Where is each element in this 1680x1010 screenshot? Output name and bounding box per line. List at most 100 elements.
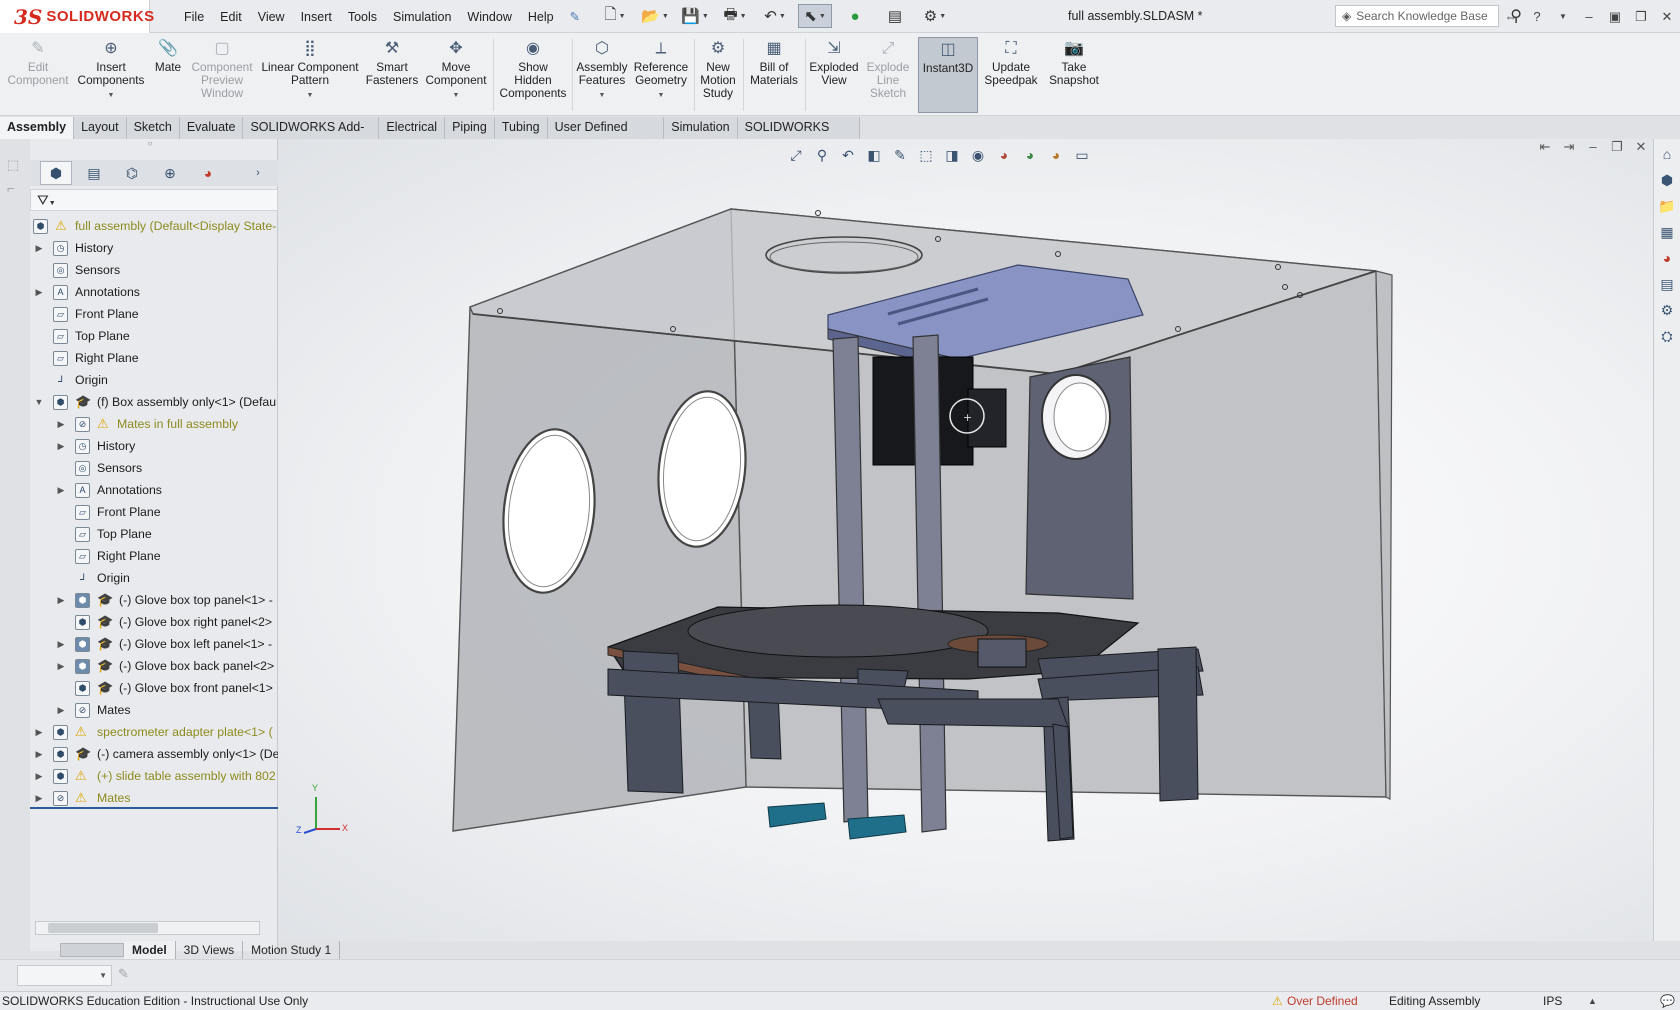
menu-insert[interactable]: Insert xyxy=(293,10,340,24)
graphics-viewport[interactable]: ⤢ ⚲ ↶ ◧ ✎ ⬚ ◨ ◉ ◕ ◕ ◕ ▭ ⇤ ⇥ – ❐ ✕ + Y X … xyxy=(278,139,1653,941)
expand-arrow-icon[interactable]: ▶ xyxy=(56,699,66,721)
feature-manager-tab-icon[interactable]: ⬢ xyxy=(40,161,72,185)
tree-item-sub-top-plane[interactable]: ▱ Top Plane xyxy=(30,523,278,545)
edit-component-button[interactable]: ✎ Edit Component xyxy=(4,37,72,113)
expand-arrow-icon[interactable]: ▶ xyxy=(34,237,44,259)
select-button[interactable]: ⬉ ▼ xyxy=(798,4,832,28)
tab-layout[interactable]: Layout xyxy=(74,117,127,139)
tree-item-spectrometer[interactable]: ▶ ⬢ ⚠ spectrometer adapter plate<1> ( xyxy=(30,721,278,743)
reference-geometry-button[interactable]: ⟂ Reference Geometry ▼ xyxy=(632,37,690,113)
component-preview-window-button[interactable]: ▢ Component Preview Window xyxy=(188,37,256,113)
tree-item-annotations[interactable]: ▶ A Annotations xyxy=(30,281,278,303)
print-button[interactable]: 🖶 ▼ xyxy=(718,4,752,28)
units-dropdown-icon[interactable]: ▲ xyxy=(1588,992,1597,1010)
dropdown-arrow-icon[interactable]: ▼ xyxy=(599,89,606,102)
tree-item-front-plane[interactable]: ▱ Front Plane xyxy=(30,303,278,325)
pencil-icon[interactable]: ✎ xyxy=(118,966,129,982)
tab-motion-study-1[interactable]: Motion Study 1 xyxy=(243,941,341,959)
options-button[interactable]: ⚙ ▼ xyxy=(918,4,952,28)
chat-icon[interactable]: 💬 xyxy=(1660,992,1675,1010)
solidworks-forum-icon[interactable]: ⚙ xyxy=(1656,299,1678,321)
tree-item-sensors[interactable]: ◎ Sensors xyxy=(30,259,278,281)
mate-button[interactable]: 📎 Mate xyxy=(150,37,186,113)
tree-item-root-mates[interactable]: ▶ ⊘ ⚠ Mates xyxy=(30,787,278,809)
undo-button[interactable]: ↶ ▼ xyxy=(758,4,792,28)
menu-view[interactable]: View xyxy=(250,10,293,24)
expand-arrow-icon[interactable]: ▶ xyxy=(56,479,66,501)
update-speedpak-button[interactable]: ⛶ Update Speedpak xyxy=(980,37,1042,113)
expand-arrow-icon[interactable]: ▶ xyxy=(56,633,66,655)
dropdown-arrow-icon[interactable]: ▼ xyxy=(307,89,314,102)
tab-scroll-buttons[interactable] xyxy=(60,943,124,957)
tree-filter[interactable]: ⛛▼ xyxy=(30,189,278,211)
expand-arrow-icon[interactable]: ▶ xyxy=(34,281,44,303)
line-tool-icon[interactable]: ⌐ xyxy=(7,181,15,196)
custom-properties-icon[interactable]: ▤ xyxy=(1656,273,1678,295)
view-palette-icon[interactable]: ▦ xyxy=(1656,221,1678,243)
panel-splitter-handle[interactable]: ○ xyxy=(140,139,160,148)
tab-tubing[interactable]: Tubing xyxy=(494,117,548,139)
over-defined-status[interactable]: Over Defined xyxy=(1287,992,1358,1010)
tree-item-sub-right-plane[interactable]: ▱ Right Plane xyxy=(30,545,278,567)
tree-item-sub-annotations[interactable]: ▶ A Annotations xyxy=(30,479,278,501)
view-triad[interactable]: Y X Z xyxy=(296,783,356,849)
search-input[interactable]: ◈ Search Knowledge Base ⚲ xyxy=(1335,5,1522,27)
tab-user-defined-route[interactable]: User Defined Route xyxy=(547,117,665,155)
foot-right[interactable] xyxy=(847,814,907,840)
tree-item-sub-mates[interactable]: ▶ ⊘ Mates xyxy=(30,699,278,721)
file-properties-button[interactable]: ▤ xyxy=(878,4,912,28)
tree-item-sub-sensors[interactable]: ◎ Sensors xyxy=(30,457,278,479)
tree-item-glove-right[interactable]: ⬢ 🎓 (-) Glove box right panel<2> xyxy=(30,611,278,633)
menu-window[interactable]: Window xyxy=(459,10,519,24)
tree-item-sub-front-plane[interactable]: ▱ Front Plane xyxy=(30,501,278,523)
tree-item-slide-table[interactable]: ▶ ⬢ ⚠ (+) slide table assembly with 802 xyxy=(30,765,278,787)
menu-tools[interactable]: Tools xyxy=(340,10,385,24)
take-snapshot-button[interactable]: 📷 Take Snapshot xyxy=(1044,37,1104,113)
linear-component-pattern-button[interactable]: ⣿ Linear Component Pattern ▼ xyxy=(258,37,362,113)
menu-edit[interactable]: Edit xyxy=(212,10,250,24)
tab-model[interactable]: Model xyxy=(124,941,176,959)
bill-of-materials-button[interactable]: ▦ Bill of Materials xyxy=(746,37,802,113)
configuration-manager-tab-icon[interactable]: ⌬ xyxy=(116,161,148,185)
expand-arrow-icon[interactable]: ▶ xyxy=(56,413,66,435)
property-manager-tab-icon[interactable]: ▤ xyxy=(78,161,110,185)
dropdown-arrow-icon[interactable]: ▼ xyxy=(108,89,115,102)
tab-mbd[interactable]: SOLIDWORKS MBD xyxy=(737,117,860,155)
resources-icon[interactable]: ⛭ xyxy=(1656,325,1678,347)
expand-arrow-icon[interactable]: ▶ xyxy=(34,765,44,787)
menu-simulation[interactable]: Simulation xyxy=(385,10,459,24)
pin-icon[interactable]: ✎ xyxy=(562,9,588,24)
tree-item-camera[interactable]: ▶ ⬢ 🎓 (-) camera assembly only<1> (De xyxy=(30,743,278,765)
tree-item-mates-in-full-assembly[interactable]: ▶ ⊘ ⚠ Mates in full assembly xyxy=(30,413,278,435)
tab-assembly[interactable]: Assembly xyxy=(0,117,75,139)
units-selector[interactable]: IPS xyxy=(1543,992,1562,1010)
help-dropdown-icon[interactable]: ▼ xyxy=(1550,12,1576,21)
save-button[interactable]: 💾 ▼ xyxy=(678,4,712,28)
tree-item-sub-origin[interactable]: ⅃ Origin xyxy=(30,567,278,589)
expand-panel-icon[interactable]: › xyxy=(248,161,268,185)
design-library-icon[interactable]: ⬢ xyxy=(1656,169,1678,191)
tab-simulation[interactable]: Simulation xyxy=(664,117,738,139)
home-icon[interactable]: ⌂ xyxy=(1656,143,1678,165)
tab-3d-views[interactable]: 3D Views xyxy=(176,941,244,959)
new-motion-study-button[interactable]: ⚙ New Motion Study xyxy=(696,37,740,113)
display-manager-tab-icon[interactable]: ◕ xyxy=(192,161,224,185)
help-icon[interactable]: ? xyxy=(1524,9,1550,24)
expand-arrow-icon[interactable]: ▶ xyxy=(56,655,66,677)
new-document-button[interactable]: 🗋 ▼ xyxy=(598,4,632,28)
insert-components-button[interactable]: ⊕ Insert Components ▼ xyxy=(74,37,148,113)
instant3d-button[interactable]: ◫ Instant3D xyxy=(918,37,978,113)
expand-arrow-icon[interactable]: ▶ xyxy=(34,721,44,743)
menu-file[interactable]: File xyxy=(176,10,212,24)
tree-item-top-plane[interactable]: ▱ Top Plane xyxy=(30,325,278,347)
tree-item-origin[interactable]: ⅃ Origin xyxy=(30,369,278,391)
file-explorer-icon[interactable]: 📁 xyxy=(1656,195,1678,217)
tree-item-root[interactable]: ⬢ ⚠ full assembly (Default<Display State… xyxy=(30,215,278,237)
tree-item-glove-back[interactable]: ▶ ⬢ 🎓 (-) Glove box back panel<2> xyxy=(30,655,278,677)
tree-item-right-plane[interactable]: ▱ Right Plane xyxy=(30,347,278,369)
dropdown-arrow-icon[interactable]: ▼ xyxy=(453,89,460,102)
collapse-arrow-icon[interactable]: ▼ xyxy=(34,391,44,413)
configuration-dropdown[interactable]: ▼ xyxy=(17,965,112,986)
move-component-button[interactable]: ✥ Move Component ▼ xyxy=(422,37,490,113)
foot-left[interactable] xyxy=(767,802,827,828)
